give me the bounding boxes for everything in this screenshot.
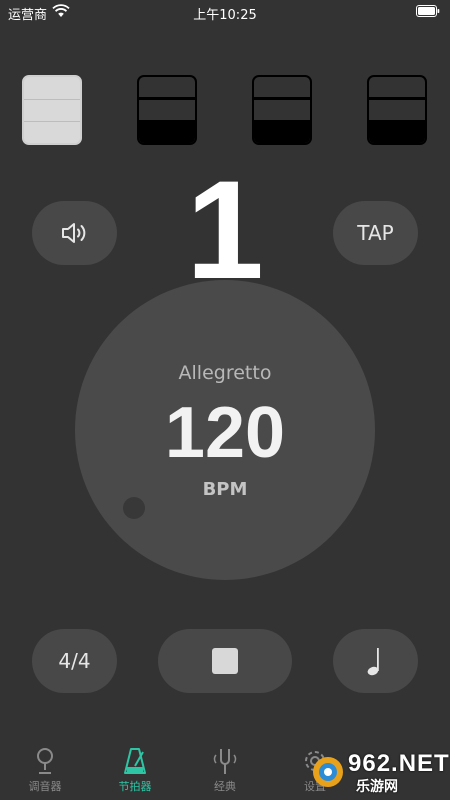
bpm-value: 120 (164, 393, 286, 473)
tab-tuner-label: 调音器 (28, 780, 62, 793)
speaker-icon (61, 223, 85, 243)
beat-box-1[interactable] (22, 75, 82, 145)
quarter-note-icon (367, 648, 379, 676)
tab-classic[interactable]: 经典 (180, 746, 270, 800)
tab-tuner[interactable]: 调音器 (0, 746, 90, 800)
status-time: 上午10:25 (193, 8, 257, 23)
watermark-subtitle: 乐游网 (356, 779, 398, 795)
tab-metronome[interactable]: 节拍器 (90, 746, 180, 800)
note-value-button[interactable] (333, 629, 418, 693)
watermark: 962.NET 乐游网 (310, 748, 449, 796)
tempo-name: Allegretto (178, 362, 272, 384)
watermark-logo-icon (313, 757, 343, 787)
beat-box-4[interactable] (367, 75, 427, 145)
sound-toggle-button[interactable] (32, 201, 117, 265)
tab-classic-label: 经典 (214, 780, 236, 793)
bpm-unit-label: BPM (202, 479, 248, 500)
tuner-icon (37, 748, 53, 774)
beat-box-2[interactable] (137, 75, 197, 145)
beat-indicator-row (22, 75, 432, 147)
status-bar: 运营商 上午10:25 (0, 0, 450, 24)
watermark-brand: 962.NET (348, 750, 450, 777)
stop-icon (212, 648, 238, 674)
beat-box-3[interactable] (252, 75, 312, 145)
dial-knob-handle[interactable] (123, 497, 145, 519)
current-beat-number: 1 (186, 151, 264, 308)
stop-button[interactable] (158, 629, 292, 693)
tab-metronome-label: 节拍器 (118, 780, 152, 793)
battery-icon (416, 5, 440, 17)
metronome-icon (124, 748, 146, 774)
tempo-dial[interactable]: Allegretto 120 BPM (75, 280, 375, 580)
tap-tempo-button[interactable]: TAP (333, 201, 418, 265)
time-signature-button[interactable]: 4/4 (32, 629, 117, 693)
tuning-fork-icon (213, 749, 237, 774)
